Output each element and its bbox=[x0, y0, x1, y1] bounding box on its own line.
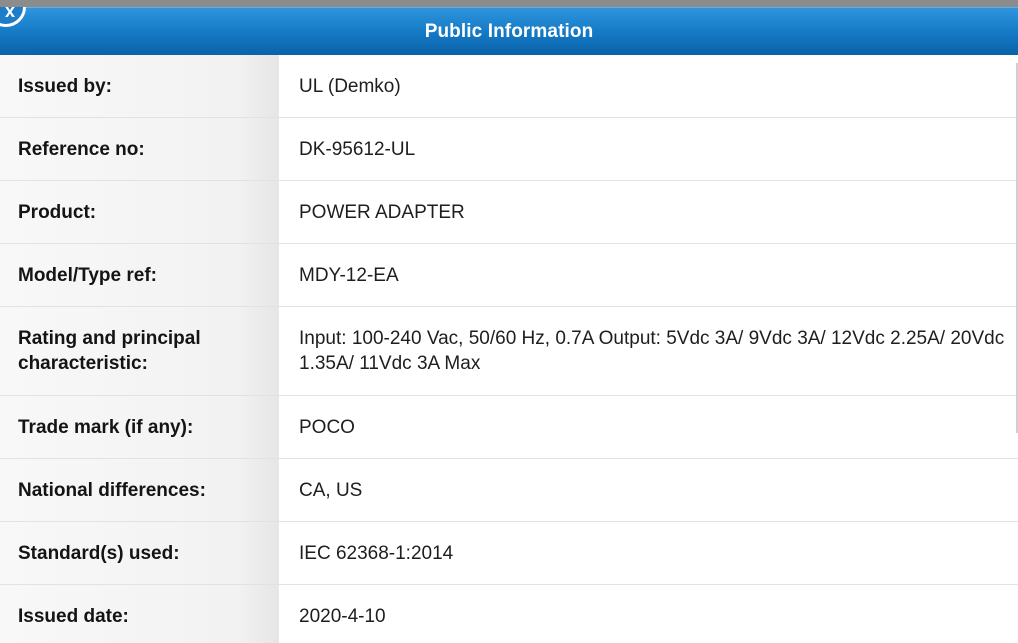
row-value: DK-95612-UL bbox=[278, 117, 1018, 181]
row-label: Model/Type ref: bbox=[0, 243, 279, 307]
row-value: 2020-4-10 bbox=[278, 584, 1018, 643]
row-label: Trade mark (if any): bbox=[0, 395, 279, 459]
dialog-title: Public Information bbox=[424, 20, 594, 42]
table-row-model-type-ref: Model/Type ref: MDY-12-EA bbox=[0, 243, 1018, 307]
row-value: MDY-12-EA bbox=[278, 243, 1018, 307]
row-label: Standard(s) used: bbox=[0, 521, 279, 585]
table-row-product: Product: POWER ADAPTER bbox=[0, 180, 1018, 244]
table-row-trade-mark: Trade mark (if any): POCO bbox=[0, 395, 1018, 459]
row-value: Input: 100-240 Vac, 50/60 Hz, 0.7A Outpu… bbox=[278, 306, 1018, 396]
row-value: IEC 62368-1:2014 bbox=[278, 521, 1018, 585]
public-information-dialog: x Public Information Issued by: UL (Demk… bbox=[0, 7, 1018, 643]
close-icon: x bbox=[4, 7, 15, 21]
row-value: POWER ADAPTER bbox=[278, 180, 1018, 244]
row-value: CA, US bbox=[278, 458, 1018, 522]
row-label: National differences: bbox=[0, 458, 279, 522]
row-label: Issued date: bbox=[0, 584, 279, 643]
row-label: Issued by: bbox=[0, 55, 279, 118]
row-label: Rating and principal characteristic: bbox=[0, 306, 279, 396]
table-row-issued-by: Issued by: UL (Demko) bbox=[0, 55, 1018, 118]
table-row-issued-date: Issued date: 2020-4-10 bbox=[0, 584, 1018, 643]
table-row-standards-used: Standard(s) used: IEC 62368-1:2014 bbox=[0, 521, 1018, 585]
row-label: Reference no: bbox=[0, 117, 279, 181]
row-value: POCO bbox=[278, 395, 1018, 459]
dialog-header: Public Information bbox=[0, 7, 1018, 55]
row-label: Product: bbox=[0, 180, 279, 244]
row-value: UL (Demko) bbox=[278, 55, 1018, 118]
table-row-national-differences: National differences: CA, US bbox=[0, 458, 1018, 522]
table-row-reference-no: Reference no: DK-95612-UL bbox=[0, 117, 1018, 181]
table-row-rating: Rating and principal characteristic: Inp… bbox=[0, 306, 1018, 396]
info-table: Issued by: UL (Demko) Reference no: DK-9… bbox=[0, 55, 1018, 643]
